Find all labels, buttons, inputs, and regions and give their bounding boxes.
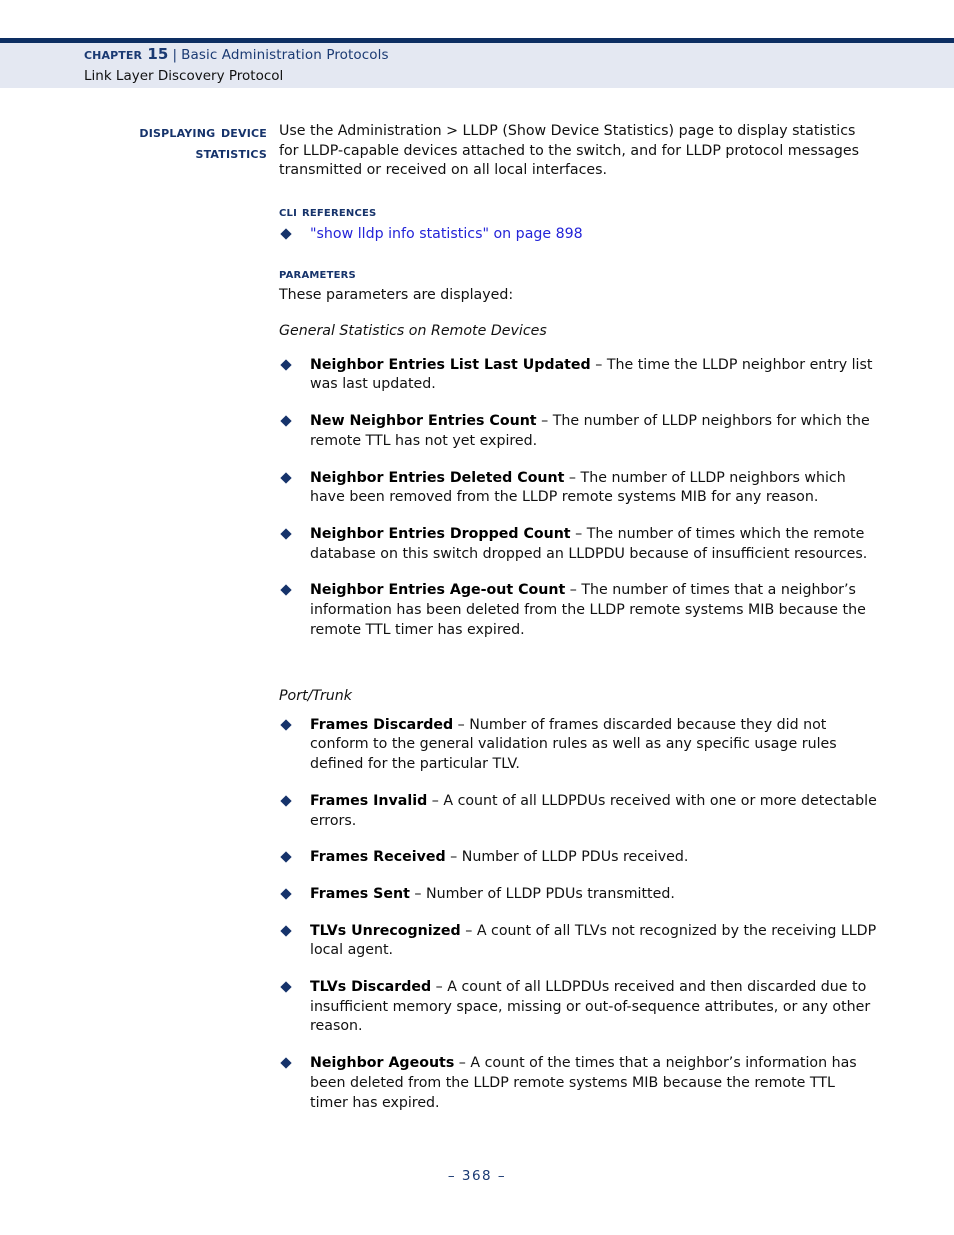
parameter-term: Neighbor Ageouts xyxy=(310,1055,455,1072)
diamond-bullet-icon xyxy=(280,981,292,993)
list-item: Frames Invalid – A count of all LLDPDUs … xyxy=(279,792,877,831)
list-item: Neighbor Entries List Last Updated – The… xyxy=(279,356,877,395)
parameter-term: New Neighbor Entries Count xyxy=(310,413,537,430)
parameter-term: Neighbor Entries List Last Updated xyxy=(310,356,591,373)
group-general-statistics: General Statistics on Remote Devices Nei… xyxy=(279,322,877,640)
parameter-list-general: Neighbor Entries List Last Updated – The… xyxy=(279,356,877,641)
cli-reference-link[interactable]: "show lldp info statistics" on page 898 xyxy=(310,226,583,242)
diamond-bullet-icon xyxy=(280,888,292,900)
parameter-dash: – xyxy=(565,582,582,599)
diamond-bullet-icon xyxy=(280,1057,292,1069)
parameters-block: Parameters These parameters are displaye… xyxy=(279,265,877,306)
diamond-bullet-icon xyxy=(280,471,292,484)
page-number: – 368 – xyxy=(447,1168,507,1184)
list-item: Neighbor Ageouts – A count of the times … xyxy=(279,1054,877,1113)
intro-block: Use the Administration > LLDP (Show Devi… xyxy=(279,122,877,181)
list-item: New Neighbor Entries Count – The number … xyxy=(279,412,877,451)
list-item: Neighbor Entries Deleted Count – The num… xyxy=(279,469,877,508)
group-subheading: Port/Trunk xyxy=(279,688,353,704)
header-breadcrumb: Chapter 15 | Basic Administration Protocol… xyxy=(84,45,884,65)
cli-references-list: "show lldp info statistics" on page 898 xyxy=(279,225,877,245)
list-item: TLVs Unrecognized – A count of all TLVs … xyxy=(279,922,877,961)
diamond-bullet-icon xyxy=(280,228,292,240)
parameter-dash: – xyxy=(453,716,470,733)
parameter-dash: – xyxy=(445,849,462,866)
list-item: Frames Sent – Number of LLDP PDUs transm… xyxy=(279,885,877,905)
diamond-bullet-icon xyxy=(280,795,292,807)
chapter-title: Basic Administration Protocols xyxy=(181,47,389,63)
list-item: Frames Discarded – Number of frames disc… xyxy=(279,716,877,775)
breadcrumb-separator: | xyxy=(172,47,178,63)
list-item: TLVs Discarded – A count of all LLDPDUs … xyxy=(279,978,877,1037)
cli-references-heading: CLI References xyxy=(279,204,377,220)
list-item: Neighbor Entries Dropped Count – The num… xyxy=(279,525,877,564)
intro-paragraph: Use the Administration > LLDP (Show Devi… xyxy=(279,123,859,179)
group-subheading: General Statistics on Remote Devices xyxy=(279,323,547,339)
parameter-dash: – xyxy=(460,922,477,939)
diamond-bullet-icon xyxy=(280,924,292,937)
diamond-bullet-icon xyxy=(280,719,292,731)
parameter-dash: – xyxy=(427,792,444,809)
group-port-trunk: Port/Trunk Frames Discarded – Number of … xyxy=(279,687,877,1113)
diamond-bullet-icon xyxy=(280,359,292,371)
parameter-term: Neighbor Entries Dropped Count xyxy=(310,525,571,542)
parameter-dash: – xyxy=(454,1055,471,1072)
parameter-term: Neighbor Entries Age-out Count xyxy=(310,582,566,599)
list-item: Frames Received – Number of LLDP PDUs re… xyxy=(279,848,877,868)
chapter-label: Chapter 15 xyxy=(84,45,169,63)
parameter-description: Number of LLDP PDUs transmitted. xyxy=(426,885,675,902)
parameter-description: Number of LLDP PDUs received. xyxy=(461,849,689,866)
diamond-bullet-icon xyxy=(280,584,292,596)
parameter-term: Neighbor Entries Deleted Count xyxy=(310,469,565,486)
parameter-term: Frames Sent xyxy=(310,885,410,902)
parameter-list-port-trunk: Frames Discarded – Number of frames disc… xyxy=(279,716,877,1114)
list-item: Neighbor Entries Age-out Count – The num… xyxy=(279,581,877,640)
diamond-bullet-icon xyxy=(280,528,292,540)
list-item: "show lldp info statistics" on page 898 xyxy=(279,225,877,245)
parameter-term: Frames Invalid xyxy=(310,792,428,809)
parameters-heading: Parameters xyxy=(279,266,356,282)
margin-heading: Displaying Device Statistics xyxy=(139,123,267,162)
header-section-title: Link Layer Discovery Protocol xyxy=(84,68,284,84)
parameter-term: Frames Discarded xyxy=(310,716,454,733)
parameter-term: Frames Received xyxy=(310,849,446,866)
cli-references-block: CLI References "show lldp info statistic… xyxy=(279,203,877,245)
diamond-bullet-icon xyxy=(280,415,292,427)
diamond-bullet-icon xyxy=(280,851,292,863)
parameter-dash: – xyxy=(590,356,607,373)
parameter-term: TLVs Discarded xyxy=(310,979,432,996)
running-header: Chapter 15 | Basic Administration Protocol… xyxy=(84,45,884,86)
parameter-dash: – xyxy=(570,525,587,542)
parameter-term: TLVs Unrecognized xyxy=(310,922,461,939)
parameter-dash: – xyxy=(409,885,426,902)
parameter-dash: – xyxy=(536,413,553,430)
page-footer: – 368 – xyxy=(0,1168,954,1184)
parameters-lead-in: These parameters are displayed: xyxy=(279,287,514,303)
parameter-dash: – xyxy=(431,979,448,996)
parameter-dash: – xyxy=(564,469,581,486)
